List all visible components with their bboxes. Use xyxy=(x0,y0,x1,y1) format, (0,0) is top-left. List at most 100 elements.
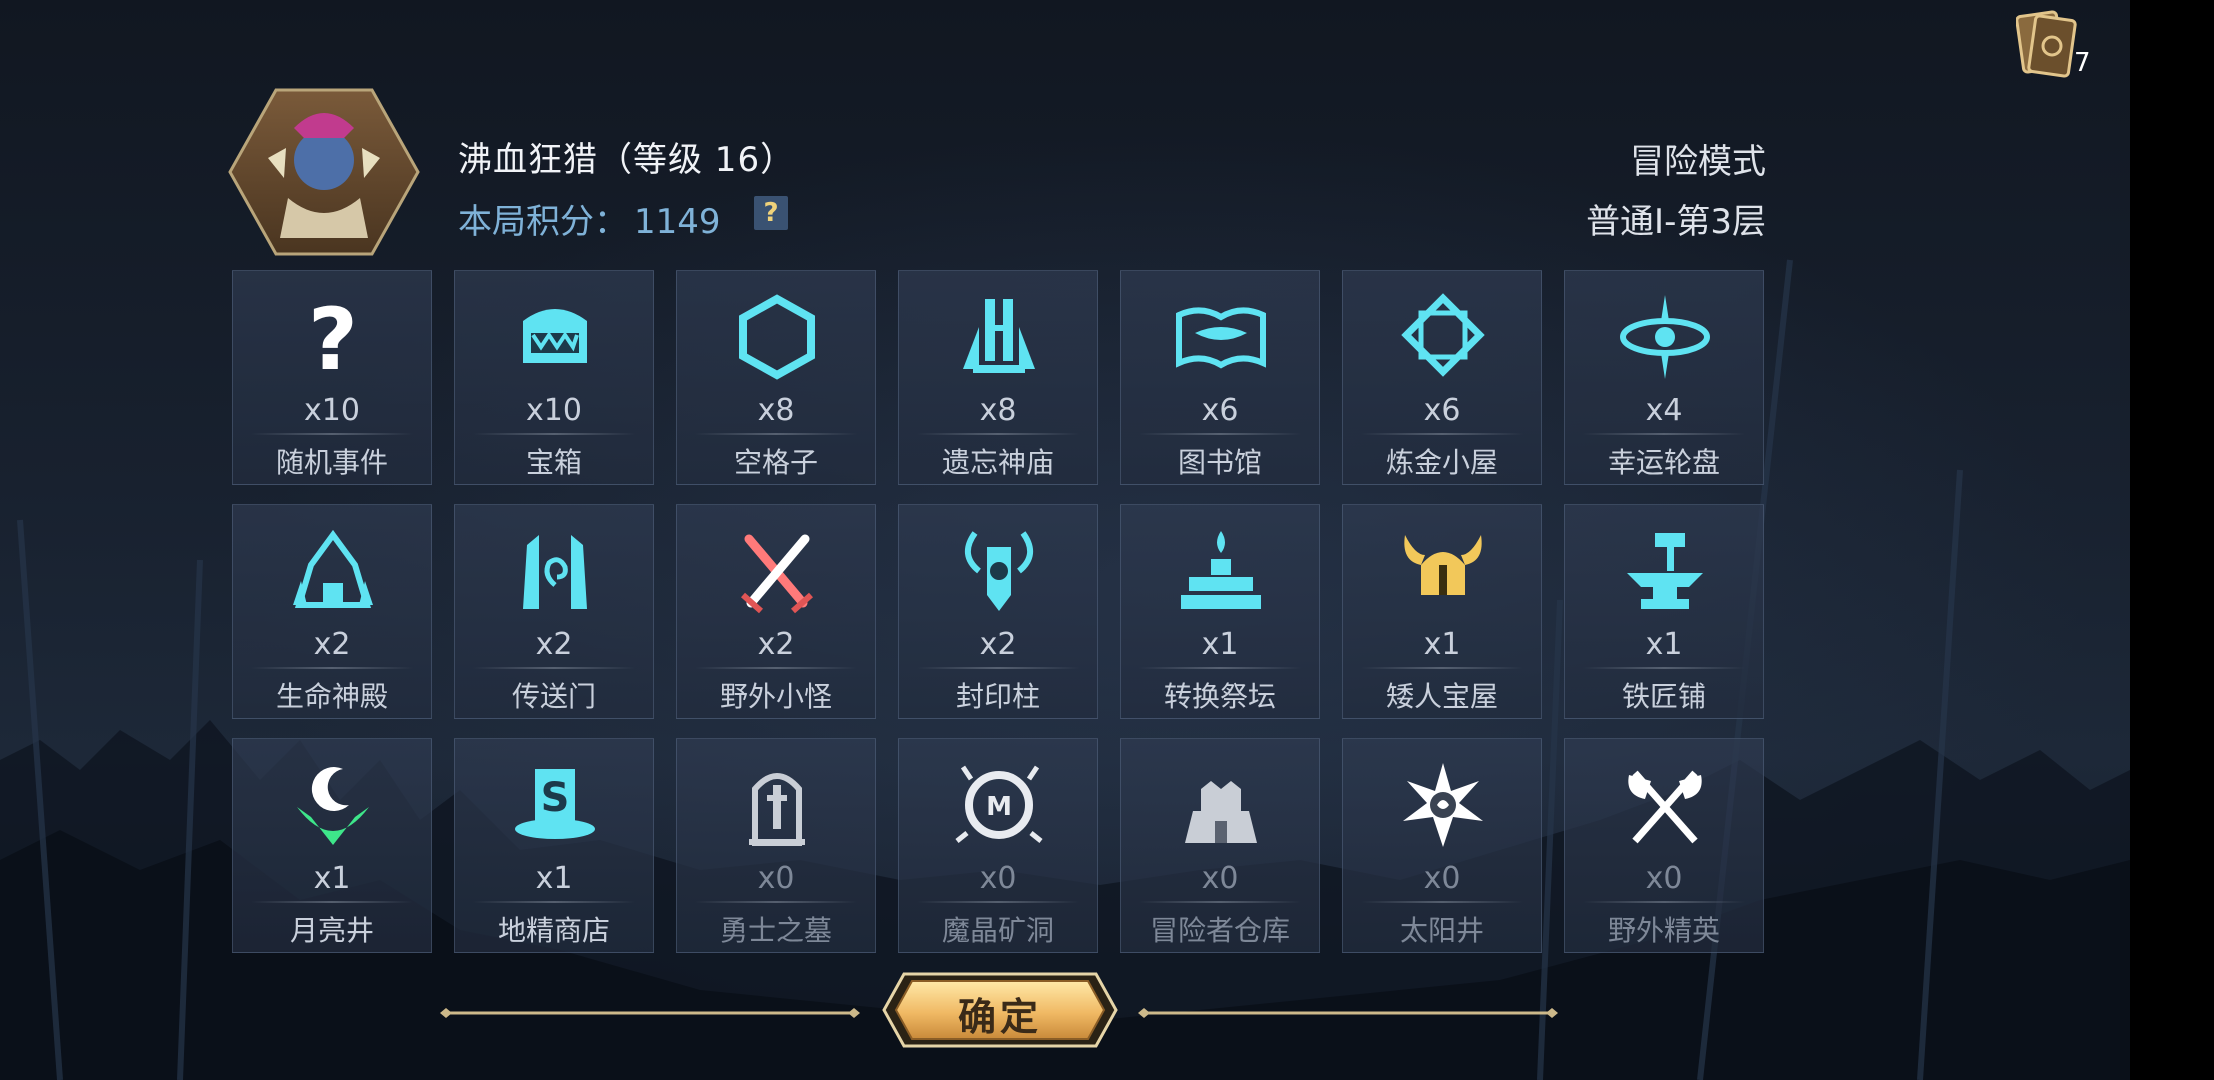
tile-card: x1 转换祭坛 xyxy=(1120,504,1320,719)
crossed-swords-icon xyxy=(741,534,813,614)
divider xyxy=(1361,901,1523,903)
tile-count: x1 xyxy=(1645,627,1683,662)
tombstone-icon xyxy=(749,773,805,846)
tile-count: x1 xyxy=(1423,627,1461,662)
confirm-button[interactable]: 确定 xyxy=(882,972,1118,1048)
screen-edge xyxy=(2130,0,2214,1080)
treasure-chest-icon xyxy=(523,309,587,363)
tile-label: 幸运轮盘 xyxy=(1607,446,1720,479)
tile-label: 炼金小屋 xyxy=(1385,446,1498,479)
tile-card: x2 生命神殿 xyxy=(232,504,432,719)
divider xyxy=(473,433,635,435)
svg-text:M: M xyxy=(986,792,1012,822)
tile-card: x2 传送门 xyxy=(454,504,654,719)
tile-label: 地精商店 xyxy=(497,914,610,947)
svg-text:S: S xyxy=(541,775,570,821)
tile-label: 封印柱 xyxy=(955,680,1040,713)
hero-portrait xyxy=(228,88,420,256)
divider xyxy=(1583,667,1745,669)
alchemy-diamond-icon xyxy=(1401,293,1485,377)
tile-count: x2 xyxy=(979,627,1017,662)
divider xyxy=(695,433,857,435)
portal-icon xyxy=(523,535,587,609)
tile-card: x1 铁匠铺 xyxy=(1564,504,1764,719)
score-label: 本局积分： xyxy=(458,202,628,242)
divider xyxy=(473,667,635,669)
goblin-shop-icon: S xyxy=(515,769,595,839)
score-value: 1149 xyxy=(634,202,721,242)
player-name: 沸血狂猎（等级 16） xyxy=(458,140,796,180)
tile-label: 勇士之墓 xyxy=(719,914,832,947)
tile-count: x2 xyxy=(535,627,573,662)
tile-label: 矮人宝屋 xyxy=(1385,680,1498,713)
question-mark-icon: ? xyxy=(308,291,358,381)
tile-card: M x0 魔晶矿洞 xyxy=(898,738,1098,953)
tile-card: x2 野外小怪 xyxy=(676,504,876,719)
tile-card: x0 野外精英 xyxy=(1564,738,1764,953)
deck-count: 7 xyxy=(2074,48,2091,78)
tile-count: x10 xyxy=(526,393,582,428)
tile-label: 转换祭坛 xyxy=(1163,680,1276,713)
divider xyxy=(917,667,1079,669)
tile-label: 随机事件 xyxy=(275,446,388,479)
tile-card: ? x10 随机事件 xyxy=(232,270,432,485)
tile-label: 野外小怪 xyxy=(719,680,832,713)
tile-count: x0 xyxy=(1201,861,1239,896)
left-ornament-line xyxy=(440,1008,860,1018)
tile-label: 冒险者仓库 xyxy=(1149,914,1290,947)
tile-count: x2 xyxy=(313,627,351,662)
tile-card: x6 图书馆 xyxy=(1120,270,1320,485)
tile-card: x8 空格子 xyxy=(676,270,876,485)
tile-count: x10 xyxy=(304,393,360,428)
tile-card: x8 遗忘神庙 xyxy=(898,270,1098,485)
help-button[interactable]: ? xyxy=(754,196,788,230)
svg-text:?: ? xyxy=(308,291,358,381)
game-mode: 冒险模式 xyxy=(1630,142,1766,182)
divider xyxy=(1139,901,1301,903)
library-book-icon xyxy=(1176,307,1266,369)
moon-well-icon xyxy=(297,767,369,845)
tile-count: x1 xyxy=(313,861,351,896)
lucky-wheel-icon xyxy=(1620,295,1710,379)
tile-count: x0 xyxy=(979,861,1017,896)
divider xyxy=(1139,433,1301,435)
tile-card: x0 太阳井 xyxy=(1342,738,1542,953)
divider xyxy=(917,901,1079,903)
tile-count: x8 xyxy=(757,393,795,428)
anvil-hammer-icon xyxy=(1627,533,1703,609)
tile-label: 生命神殿 xyxy=(275,680,388,713)
tile-label: 空格子 xyxy=(733,446,818,479)
divider xyxy=(1583,433,1745,435)
tile-card: x10 宝箱 xyxy=(454,270,654,485)
tile-label: 图书馆 xyxy=(1177,446,1262,479)
tile-label: 铁匠铺 xyxy=(1621,680,1706,713)
divider xyxy=(695,667,857,669)
score-row: 本局积分： 1149 xyxy=(458,194,721,243)
tile-count: x6 xyxy=(1423,393,1461,428)
tile-count: x0 xyxy=(1423,861,1461,896)
divider xyxy=(473,901,635,903)
dwarf-helmet-icon xyxy=(1404,535,1482,595)
confirm-label: 确定 xyxy=(957,995,1042,1039)
tile-count: x1 xyxy=(535,861,573,896)
divider xyxy=(251,667,413,669)
tile-count: x0 xyxy=(757,861,795,896)
divider xyxy=(695,901,857,903)
life-temple-icon xyxy=(293,529,373,608)
altar-icon xyxy=(1181,531,1261,609)
divider xyxy=(1361,433,1523,435)
empty-hexagon-icon xyxy=(739,294,815,380)
tile-label: 遗忘神庙 xyxy=(941,446,1054,479)
tile-label: 传送门 xyxy=(511,680,596,713)
divider xyxy=(917,433,1079,435)
crystal-mine-icon: M xyxy=(955,765,1043,843)
tile-count: x4 xyxy=(1645,393,1683,428)
divider xyxy=(1361,667,1523,669)
tile-label: 太阳井 xyxy=(1399,914,1484,947)
tile-grid: ? x10 随机事件 x10 宝箱 x8 空格子 x8 遗忘神庙 x6 图书馆 … xyxy=(232,270,1764,953)
tile-count: x8 xyxy=(979,393,1017,428)
seal-pillar-icon xyxy=(965,531,1033,611)
tile-count: x6 xyxy=(1201,393,1239,428)
tile-count: x0 xyxy=(1645,861,1683,896)
warehouse-icon xyxy=(1185,781,1257,843)
